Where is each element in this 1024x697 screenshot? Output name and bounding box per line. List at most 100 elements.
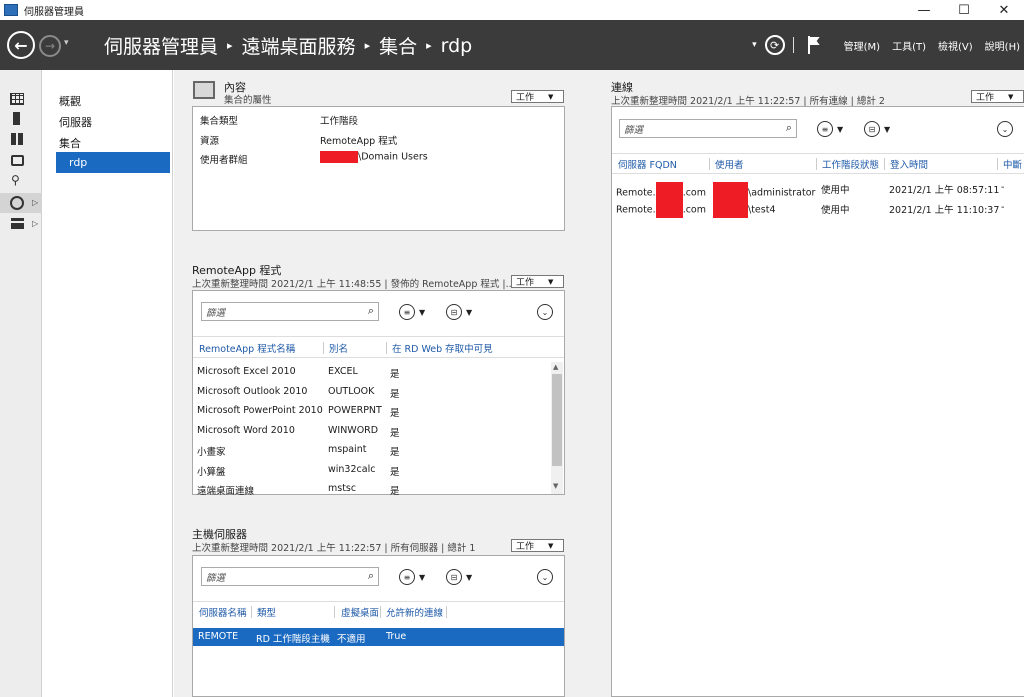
file-services-icon[interactable] <box>11 218 24 229</box>
refresh-icon[interactable]: ⟳ <box>764 35 785 55</box>
col-alias[interactable]: 別名 <box>329 341 348 355</box>
list-view-icon[interactable]: ≡ <box>817 121 833 137</box>
table-row[interactable]: Microsoft Word 2010 WINWORD 是 <box>193 425 551 441</box>
conn-user: \test4 <box>713 202 776 218</box>
table-row[interactable]: Microsoft PowerPoint 2010 POWERPNT 是 <box>193 405 551 421</box>
tree-item-collections[interactable]: 集合 <box>59 135 81 151</box>
dropdown-arrow-icon: ▼ <box>548 541 554 550</box>
dashboard-icon[interactable] <box>10 93 24 105</box>
header-bottom-line <box>193 357 564 358</box>
remoteapp-tasks-button[interactable]: 工作 ▼ <box>511 275 564 288</box>
remoteapp-filter-input[interactable]: 篩選 ⌕ <box>201 302 379 321</box>
list-view-dropdown-icon[interactable]: ▼ <box>419 308 425 317</box>
close-button[interactable]: ✕ <box>984 0 1024 20</box>
file-storage-icon[interactable] <box>11 155 24 166</box>
prop-value-resources: RemoteApp 程式 <box>320 136 398 147</box>
column-divider <box>997 158 998 170</box>
menu-tools[interactable]: 工具(T) <box>892 38 926 53</box>
navigation-bar: ← → ▾ 伺服器管理員 ▸ 遠端桌面服務 ▸ 集合 ▸ rdp ▾ ⟳ 管理(… <box>0 20 1024 70</box>
save-query-icon[interactable]: ⊟ <box>446 304 462 320</box>
table-row[interactable]: REMOTE RD 工作階段主機 不適用 True <box>193 628 564 646</box>
forward-arrow-icon: → <box>44 39 56 53</box>
remote-desktop-services-nav[interactable]: ▷ <box>0 193 42 213</box>
col-virtual-desktop[interactable]: 虛擬桌面 <box>341 605 379 619</box>
remoteapp-subtitle: 上次重新整理時間 2021/2/1 上午 11:48:55 | 發佈的 Remo… <box>192 279 515 290</box>
expand-panel-icon[interactable]: ⌄ <box>537 569 553 585</box>
app-rdweb-visible: 是 <box>390 427 400 439</box>
notifications-flag-icon[interactable] <box>807 36 822 54</box>
col-allow-new-connections[interactable]: 允許新的連線 <box>386 605 443 619</box>
list-view-icon[interactable]: ≡ <box>399 569 415 585</box>
tree-item-servers[interactable]: 伺服器 <box>59 114 92 130</box>
expand-panel-icon[interactable]: ⌄ <box>997 121 1013 137</box>
properties-tasks-button[interactable]: 工作 ▼ <box>511 90 564 103</box>
dropdown-arrow-icon: ▼ <box>1008 92 1014 101</box>
history-dropdown-icon[interactable]: ▾ <box>64 38 69 48</box>
table-row[interactable]: 小算盤 win32calc 是 <box>193 464 551 480</box>
minimize-button[interactable]: — <box>904 0 944 20</box>
window-title: 伺服器管理員 <box>24 6 84 18</box>
table-row[interactable]: 小畫家 mspaint 是 <box>193 444 551 460</box>
connections-filter-input[interactable]: 篩選 ⌕ <box>619 119 797 138</box>
search-icon[interactable]: ⌕ <box>786 121 792 135</box>
expand-arrow-icon[interactable]: ▷ <box>32 219 38 228</box>
host-server-name: REMOTE <box>198 631 239 642</box>
col-server-fqdn[interactable]: 伺服器 FQDN <box>618 157 677 171</box>
breadcrumb-rdp[interactable]: rdp <box>441 35 473 57</box>
col-server-name[interactable]: 伺服器名稱 <box>199 605 247 619</box>
table-row[interactable]: Remote. .com \test4 使用中 2021/2/1 上午 11:10:37… <box>612 200 1024 218</box>
breadcrumb-remote-desktop-services[interactable]: 遠端桌面服務 <box>242 32 356 59</box>
col-login-time[interactable]: 登入時間 <box>890 157 928 171</box>
save-query-dropdown-icon[interactable]: ▼ <box>884 125 890 134</box>
expand-panel-icon[interactable]: ⌄ <box>537 304 553 320</box>
back-button[interactable]: ← <box>7 31 35 59</box>
table-row[interactable]: 遠端桌面連線 mstsc 是 <box>193 483 551 499</box>
menu-view[interactable]: 檢視(V) <box>938 38 973 53</box>
forward-button[interactable]: → <box>39 35 61 57</box>
remoteapp-scrollbar[interactable]: ▲ ▼ <box>551 362 563 494</box>
save-query-icon[interactable]: ⊟ <box>864 121 880 137</box>
filter-placeholder: 篩選 <box>206 572 226 584</box>
scroll-thumb[interactable] <box>552 374 562 466</box>
window-titlebar: 伺服器管理員 — ☐ ✕ <box>0 0 1024 20</box>
remote-desktop-icon <box>10 196 24 210</box>
tasks-label: 工作 <box>976 93 995 103</box>
maximize-button[interactable]: ☐ <box>944 0 984 20</box>
fqdn-prefix: Remote. <box>616 204 656 216</box>
table-row[interactable]: Remote. .com \administrator 使用中 2021/2/1 上午 … <box>612 180 1024 204</box>
list-view-dropdown-icon[interactable]: ▼ <box>837 125 843 134</box>
table-row[interactable]: Microsoft Excel 2010 EXCEL 是 <box>193 366 551 382</box>
col-remoteapp-name[interactable]: RemoteApp 程式名稱 <box>199 341 295 355</box>
col-rdweb-visible[interactable]: 在 RD Web 存取中可見 <box>392 341 493 355</box>
tree-item-overview[interactable]: 概觀 <box>59 93 81 109</box>
breadcrumb-server-manager[interactable]: 伺服器管理員 <box>104 32 218 59</box>
all-servers-icon[interactable] <box>11 133 23 145</box>
tree-item-rdp[interactable]: rdp <box>56 152 170 173</box>
local-server-icon[interactable] <box>13 112 20 125</box>
iis-tools-icon[interactable]: ⚲ <box>11 174 24 187</box>
col-session-state[interactable]: 工作階段狀態 <box>822 157 879 171</box>
save-query-icon[interactable]: ⊟ <box>446 569 462 585</box>
hosts-filter-input[interactable]: 篩選 ⌕ <box>201 567 379 586</box>
list-view-dropdown-icon[interactable]: ▼ <box>419 573 425 582</box>
breadcrumb-collections[interactable]: 集合 <box>379 32 417 59</box>
hosts-tasks-button[interactable]: 工作 ▼ <box>511 539 564 552</box>
refresh-dropdown-icon[interactable]: ▾ <box>752 40 757 50</box>
scroll-down-icon[interactable]: ▼ <box>553 482 558 490</box>
conn-session-state: 使用中 <box>821 185 850 196</box>
menu-manage[interactable]: 管理(M) <box>844 38 880 53</box>
hosts-panel: 篩選 ⌕ ≡ ▼ ⊟ ▼ ⌄ 伺服器名稱 類型 虛擬桌面 允許新的連線 REMO… <box>192 555 565 697</box>
list-view-icon[interactable]: ≡ <box>399 304 415 320</box>
search-icon[interactable]: ⌕ <box>368 304 374 318</box>
save-query-dropdown-icon[interactable]: ▼ <box>466 573 472 582</box>
table-row[interactable]: Microsoft Outlook 2010 OUTLOOK 是 <box>193 386 551 402</box>
scroll-up-icon[interactable]: ▲ <box>553 363 558 371</box>
connections-tasks-button[interactable]: 工作 ▼ <box>971 90 1024 103</box>
col-user[interactable]: 使用者 <box>715 157 744 171</box>
col-disconnect[interactable]: 中斷 <box>1003 157 1022 171</box>
col-type[interactable]: 類型 <box>257 605 276 619</box>
menu-help[interactable]: 說明(H) <box>985 38 1020 53</box>
toolbar-divider <box>792 37 794 53</box>
save-query-dropdown-icon[interactable]: ▼ <box>466 308 472 317</box>
search-icon[interactable]: ⌕ <box>368 569 374 583</box>
